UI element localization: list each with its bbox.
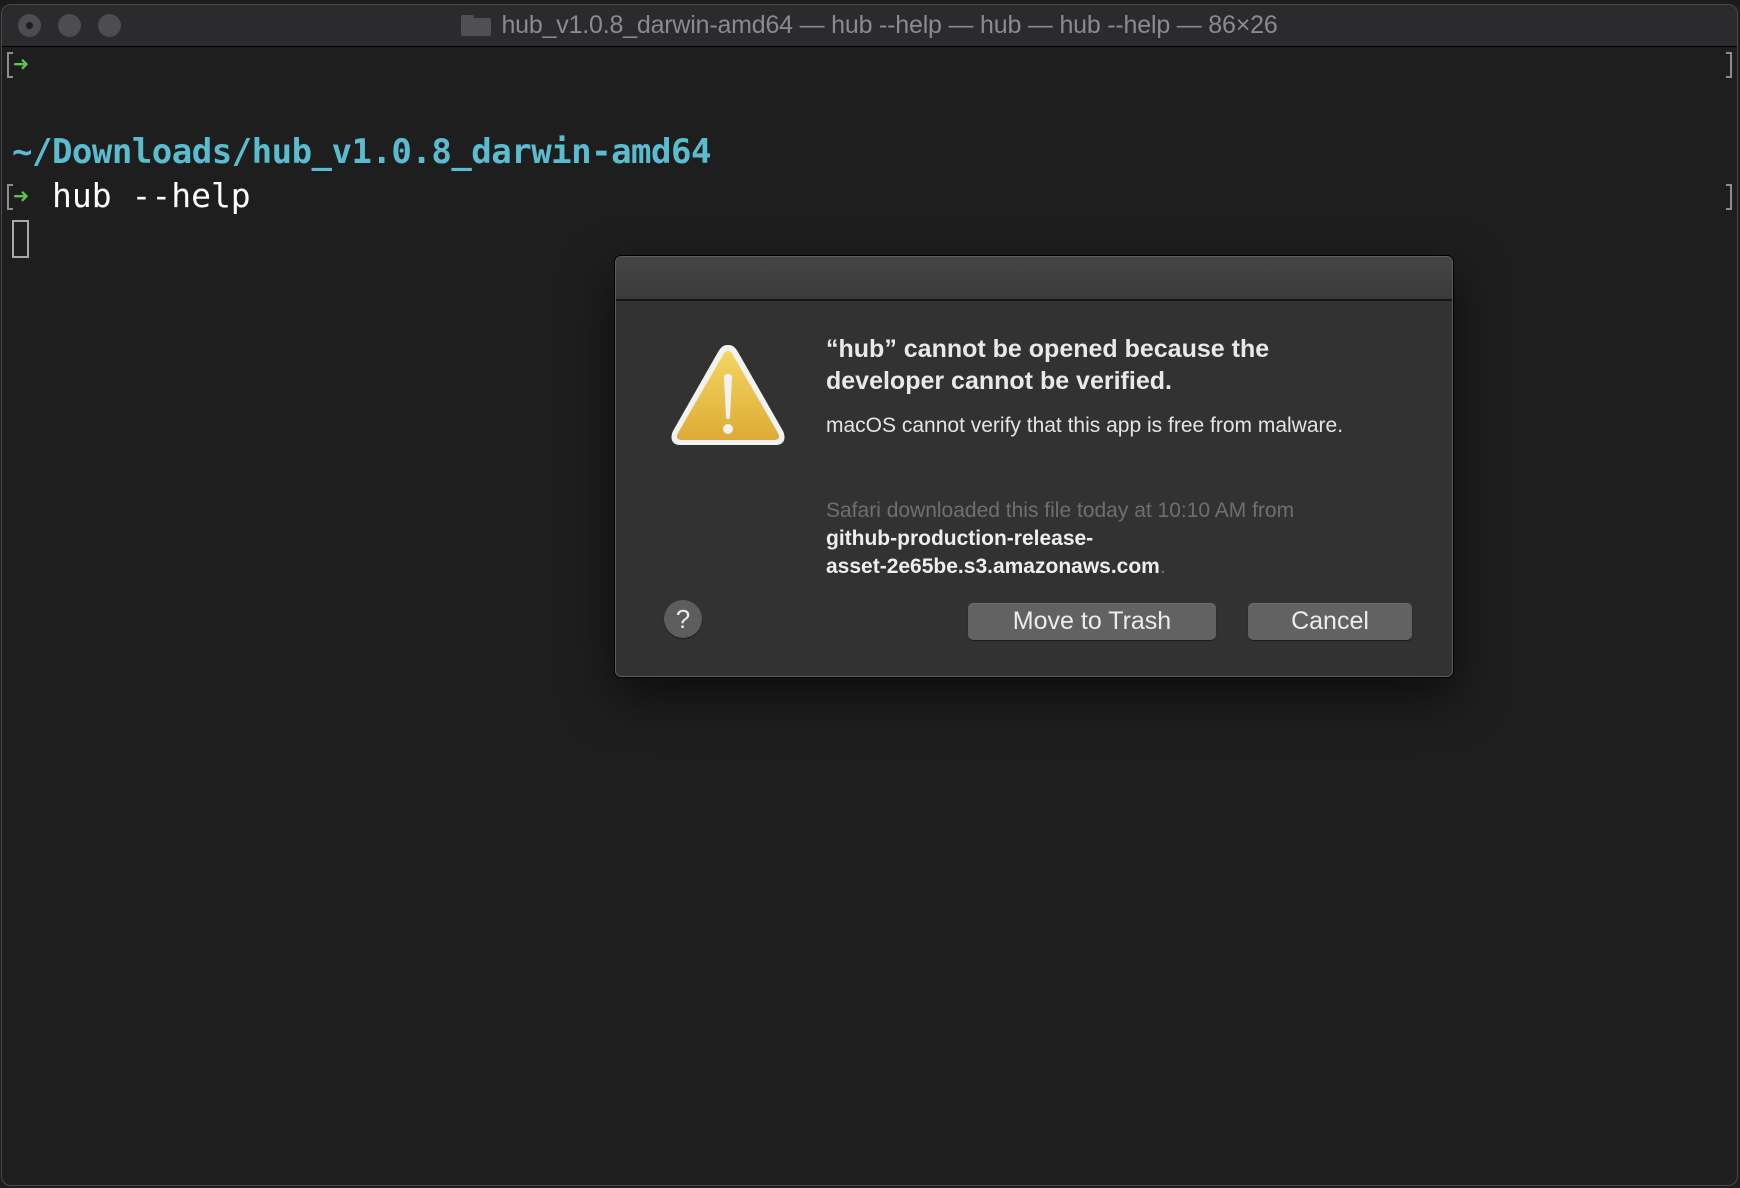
gatekeeper-alert-dialog: “hub” cannot be opened because the devel… [615,256,1453,677]
command-text: hub --help [52,176,251,215]
warning-triangle-icon [671,345,785,445]
download-source-host-line2: asset-2e65be.s3.amazonaws.com [826,555,1160,578]
window-title-group: hub_v1.0.8_darwin-amd64 — hub --help — h… [2,5,1737,46]
terminal-cursor [12,220,29,258]
window-title: hub_v1.0.8_darwin-amd64 — hub --help — h… [501,11,1278,39]
prompt-path: ~/Downloads/hub_v1.0.8_darwin-amd64 [12,132,711,172]
prompt-arrow-icon: ➜ [13,182,29,212]
dialog-message: macOS cannot verify that this app is fre… [826,414,1344,437]
download-source-info: Safari downloaded this file today at 10:… [826,497,1386,581]
dialog-header [616,257,1452,301]
help-button[interactable]: ? [664,600,702,638]
move-to-trash-button[interactable]: Move to Trash [968,603,1216,640]
dialog-heading: “hub” cannot be opened because the devel… [826,335,1270,395]
download-source-host-line1: github-production-release- [826,527,1094,550]
cancel-button[interactable]: Cancel [1248,603,1412,640]
title-bar[interactable]: hub_v1.0.8_darwin-amd64 — hub --help — h… [2,5,1737,47]
download-source-suffix: . [1159,555,1166,578]
mark-bracket-right [1726,184,1732,210]
folder-icon [461,15,492,36]
prompt-arrow-icon: ➜ [13,50,29,80]
mark-bracket-right [1726,52,1732,78]
download-source-prefix: Safari downloaded this file today at 10:… [826,499,1295,522]
